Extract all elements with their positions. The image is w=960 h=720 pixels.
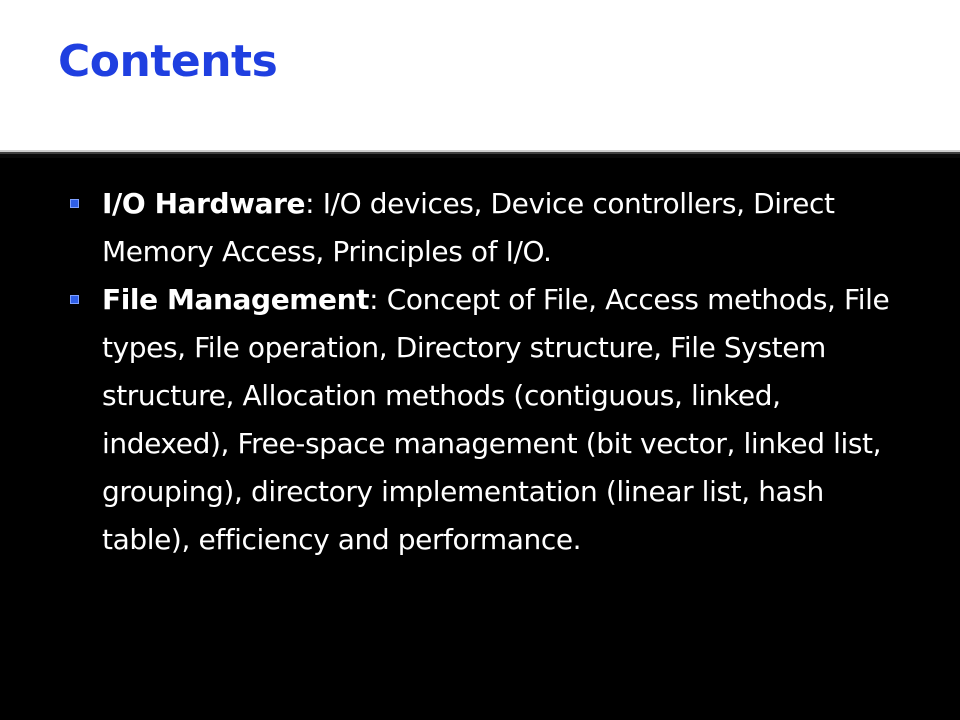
square-bullet-icon (70, 295, 79, 304)
list-item-file-management: File Management: Concept of File, Access… (66, 276, 896, 564)
title-bar: Contents (0, 0, 960, 150)
item-separator: : (305, 187, 323, 220)
slide-title: Contents (58, 36, 278, 87)
item-term: I/O Hardware (102, 187, 306, 220)
bullet-list: I/O Hardware: I/O devices, Device contro… (66, 180, 896, 564)
list-item-io-hardware: I/O Hardware: I/O devices, Device contro… (66, 180, 896, 276)
item-term: File Management (102, 283, 370, 316)
item-text: Concept of File, Access methods, File ty… (102, 283, 890, 556)
item-separator: : (369, 283, 387, 316)
square-bullet-icon (70, 199, 79, 208)
header-divider (0, 150, 960, 158)
